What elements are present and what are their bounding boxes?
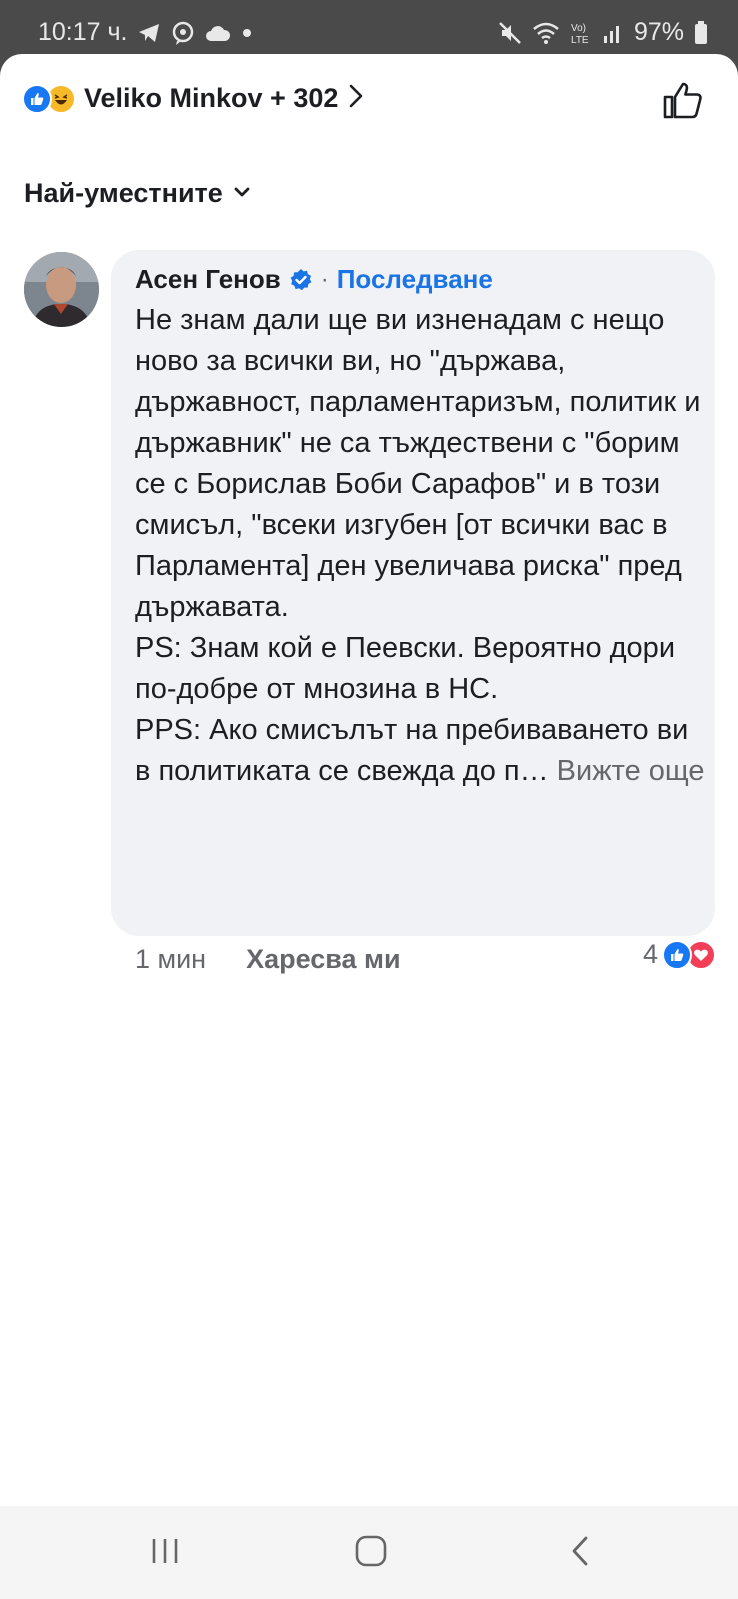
- reaction-count: 4: [642, 939, 658, 969]
- avatar[interactable]: [24, 252, 99, 327]
- dot-icon: [241, 27, 253, 39]
- battery-percent: 97%: [633, 18, 684, 46]
- sort-label: Най-уместните: [24, 178, 223, 208]
- viber-icon: [171, 21, 195, 45]
- reactions-summary[interactable]: Veliko Minkov + 302: [22, 83, 364, 114]
- wifi-icon: [532, 22, 560, 44]
- recents-button[interactable]: [148, 1534, 182, 1568]
- system-nav-bar: [0, 1506, 738, 1599]
- cloud-icon: [205, 24, 231, 42]
- comment-actions: 1 мин Харесва ми: [135, 944, 401, 975]
- status-bar: 10:17 ч. Vo) LTE 97%: [0, 0, 738, 58]
- comment-reactions[interactable]: 4: [643, 939, 716, 970]
- svg-text:LTE: LTE: [571, 35, 589, 46]
- comment-body: Не знам дали ще ви изненадам с нещо ново…: [135, 304, 701, 787]
- back-button[interactable]: [564, 1534, 598, 1568]
- comment-like-button[interactable]: Харесва ми: [246, 944, 401, 975]
- follow-button[interactable]: Последване: [337, 264, 493, 295]
- like-button[interactable]: [662, 80, 704, 125]
- comment-bubble: Асен Генов · Последване Не знам дали ще …: [111, 250, 715, 936]
- recents-icon: [152, 1539, 178, 1563]
- see-more-link[interactable]: Вижте още: [557, 755, 705, 787]
- svg-text:Vo): Vo): [571, 23, 586, 34]
- chevron-right-icon: [348, 83, 364, 114]
- status-time: 10:17 ч.: [38, 18, 128, 46]
- back-icon: [572, 1536, 588, 1566]
- comment-time[interactable]: 1 мин: [135, 944, 206, 975]
- chevron-down-icon: [233, 185, 251, 203]
- thumbs-up-icon: [663, 82, 702, 119]
- home-icon: [355, 1535, 387, 1567]
- like-reaction-icon: [22, 83, 52, 114]
- reactions-text: Veliko Minkov + 302: [84, 83, 339, 113]
- comment-author[interactable]: Асен Генов: [135, 264, 281, 295]
- telegram-icon: [137, 22, 161, 44]
- comment-text: Не знам дали ще ви изненадам с нещо ново…: [135, 300, 710, 792]
- battery-icon: [694, 20, 708, 45]
- home-button[interactable]: [354, 1534, 388, 1568]
- sort-dropdown[interactable]: Най-уместните: [24, 178, 251, 209]
- verified-badge-icon: [289, 268, 313, 292]
- signal-icon: [602, 22, 624, 44]
- separator-dot: ·: [320, 265, 329, 293]
- comments-sheet: Veliko Minkov + 302 Най-уместните Асен Г…: [0, 54, 738, 1506]
- mute-icon: [498, 21, 522, 45]
- volte-icon: Vo) LTE: [570, 20, 592, 46]
- comment-header: Асен Генов · Последване: [135, 264, 493, 295]
- like-reaction-icon: [662, 939, 692, 970]
